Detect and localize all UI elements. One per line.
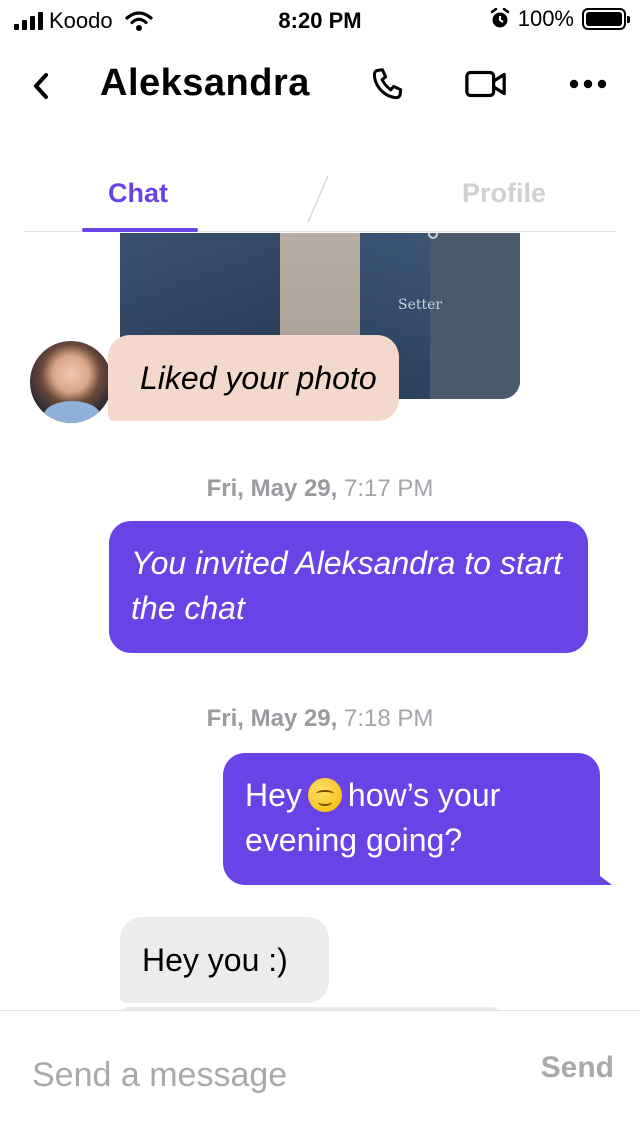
chat-header: Aleksandra xyxy=(0,48,640,128)
video-call-button[interactable] xyxy=(464,62,508,106)
message-composer: Send xyxy=(0,1010,640,1136)
timestamp-time: 7:17 PM xyxy=(344,475,434,502)
outgoing-message: Hey how’s your evening going? xyxy=(223,753,612,885)
message-text: Liked your photo xyxy=(140,359,377,396)
video-camera-icon xyxy=(465,70,506,98)
message-input[interactable] xyxy=(32,1049,502,1101)
call-button[interactable] xyxy=(366,62,410,106)
more-dots-icon xyxy=(569,79,607,89)
message-text-before: Hey xyxy=(245,777,302,813)
smiling-face-emoji-icon xyxy=(307,778,342,812)
avatar[interactable] xyxy=(30,341,112,423)
timestamp-time: 7:18 PM xyxy=(344,705,434,732)
send-button[interactable]: Send xyxy=(541,1051,614,1085)
bubble-tail xyxy=(588,867,612,885)
timestamp-day: Fri, May 29, xyxy=(206,705,338,732)
tab-chat[interactable]: Chat xyxy=(108,178,168,209)
back-chevron-icon xyxy=(34,73,48,99)
photo-logo-text: Setter xyxy=(398,297,443,313)
alarm-icon xyxy=(490,8,509,28)
outgoing-message: You invited Aleksandra to start the chat xyxy=(109,521,588,653)
contact-name: Aleksandra xyxy=(100,62,310,104)
battery-percent: 100% xyxy=(517,6,574,31)
battery-icon xyxy=(582,8,630,30)
status-right: 100% xyxy=(490,6,630,32)
message-list[interactable]: Setter Liked your photo Fri, May 29, 7:1… xyxy=(0,233,640,1011)
message-text: Hey you :) xyxy=(142,941,288,978)
timestamp-day: Fri, May 29, xyxy=(206,475,338,502)
chat-profile-tabs: Chat Profile xyxy=(24,168,616,232)
message-text: You invited Aleksandra to start the chat xyxy=(131,545,563,626)
active-tab-indicator xyxy=(82,228,198,232)
more-options-button[interactable] xyxy=(566,62,610,106)
incoming-message: Hey you :) xyxy=(120,917,329,1003)
back-button[interactable] xyxy=(26,68,56,104)
status-bar: Koodo 8:20 PM 100% xyxy=(0,0,640,40)
liked-photo-bubble: Liked your photo xyxy=(108,335,399,421)
tab-divider xyxy=(307,175,329,223)
tab-profile[interactable]: Profile xyxy=(462,178,546,209)
timestamp: Fri, May 29, 7:18 PM xyxy=(0,705,640,733)
phone-icon xyxy=(372,68,403,100)
timestamp: Fri, May 29, 7:17 PM xyxy=(0,475,640,503)
